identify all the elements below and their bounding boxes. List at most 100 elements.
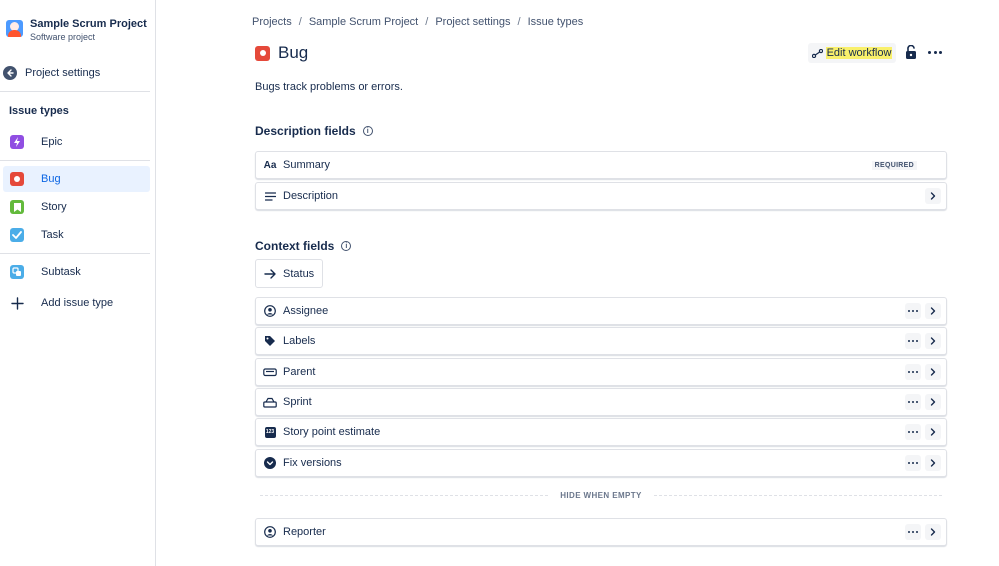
story-icon [10,200,24,214]
sidebar-item-label: Subtask [41,266,81,278]
person-icon [263,304,277,318]
field-parent[interactable]: Parent [255,358,947,386]
sidebar-item-story[interactable]: Story [3,194,150,220]
more-icon[interactable] [905,303,921,319]
breadcrumb: Projects / Sample Scrum Project / Projec… [252,16,583,28]
field-assignee[interactable]: Assignee [255,297,947,325]
chevron-right-icon[interactable] [925,303,941,319]
heading-label: Context fields [255,239,335,253]
project-avatar [6,20,23,37]
sidebar-item-subtask[interactable]: Subtask [3,259,150,285]
breadcrumb-project[interactable]: Sample Scrum Project [309,16,418,28]
more-icon[interactable] [905,364,921,380]
epic-icon [10,135,24,149]
chevron-right-icon[interactable] [925,455,941,471]
parent-icon [263,365,277,379]
project-name: Sample Scrum Project [30,18,147,30]
field-labels[interactable]: Labels [255,327,947,355]
workflow-icon [811,48,823,58]
field-description[interactable]: Description [255,182,947,210]
number-icon: 123 [263,425,277,439]
hide-when-empty-divider: HIDE WHEN EMPTY [260,489,942,501]
issue-type-description: Bugs track problems or errors. [255,81,403,93]
edit-workflow-button[interactable]: Edit workflow [808,43,896,63]
bug-icon [255,45,270,61]
version-icon [263,456,277,470]
task-icon [10,228,24,242]
info-icon[interactable]: i [341,241,352,251]
arrow-right-icon [264,268,276,279]
sidebar-item-label: Add issue type [41,297,114,309]
project-header[interactable]: Sample Scrum Project Software project [6,17,147,43]
sidebar-item-epic[interactable]: Epic [3,129,150,155]
description-fields-heading: Description fields i [255,124,373,138]
sidebar-divider [0,160,150,161]
more-icon[interactable] [905,424,921,440]
paragraph-icon [263,189,277,203]
add-issue-type-button[interactable]: Add issue type [3,290,150,316]
person-icon [263,525,277,539]
heading-label: Description fields [255,124,356,138]
status-field[interactable]: Status [255,259,323,288]
field-summary[interactable]: Aa Summary REQUIRED [255,151,947,179]
info-icon[interactable]: i [362,126,373,136]
field-label: Sprint [283,396,312,408]
title-row: Bug [255,43,308,63]
text-format-icon: Aa [263,159,277,171]
field-label: Summary [283,159,331,171]
field-label: Parent [283,366,316,378]
sidebar-divider [0,253,150,254]
field-reporter[interactable]: Reporter [255,518,947,546]
breadcrumb-projects[interactable]: Projects [252,16,292,28]
more-icon[interactable] [905,333,921,349]
breadcrumb-separator: / [517,16,521,28]
plus-icon [10,296,24,310]
sidebar-item-label: Task [41,229,64,241]
arrow-left-icon [3,66,17,80]
breadcrumb-issue-types[interactable]: Issue types [528,16,584,28]
more-icon[interactable] [905,455,921,471]
field-label: Description [283,190,339,202]
sidebar: Sample Scrum Project Software project Pr… [0,0,156,566]
breadcrumb-project-settings[interactable]: Project settings [435,16,510,28]
more-actions-button[interactable] [928,46,942,58]
project-type: Software project [30,32,96,42]
chevron-right-icon[interactable] [925,333,941,349]
sidebar-divider [0,91,150,92]
issue-types-heading: Issue types [9,105,69,117]
sidebar-item-bug[interactable]: Bug [3,166,150,192]
chevron-right-icon[interactable] [925,188,941,204]
more-icon[interactable] [905,394,921,410]
sidebar-item-label: Bug [41,173,61,185]
field-fix-versions[interactable]: Fix versions [255,449,947,477]
label-icon [263,334,277,348]
hide-when-empty-label: HIDE WHEN EMPTY [560,490,642,500]
edit-workflow-label: Edit workflow [825,47,893,59]
field-label: Labels [283,335,316,347]
bug-icon [10,172,24,186]
field-story-point-estimate[interactable]: 123 Story point estimate [255,418,947,446]
context-fields-heading: Context fields i [255,239,352,253]
field-label: Story point estimate [283,426,381,438]
chevron-right-icon[interactable] [925,424,941,440]
back-label: Project settings [25,67,101,79]
breadcrumb-separator: / [298,16,302,28]
chevron-right-icon[interactable] [925,524,941,540]
subtask-icon [10,265,24,279]
back-to-project-settings[interactable]: Project settings [3,65,150,81]
sidebar-item-label: Epic [41,136,63,148]
status-label: Status [283,267,315,280]
sidebar-item-label: Story [41,201,67,213]
chevron-right-icon[interactable] [925,394,941,410]
sidebar-item-task[interactable]: Task [3,222,150,248]
field-label: Fix versions [283,457,342,469]
page-title: Bug [278,43,309,62]
more-icon[interactable] [905,524,921,540]
required-badge: REQUIRED [871,161,917,170]
chevron-right-icon[interactable] [925,364,941,380]
sprint-icon [263,395,277,409]
field-sprint[interactable]: Sprint [255,388,947,416]
breadcrumb-separator: / [425,16,429,28]
unlock-icon[interactable] [905,45,917,59]
field-label: Assignee [283,305,329,317]
